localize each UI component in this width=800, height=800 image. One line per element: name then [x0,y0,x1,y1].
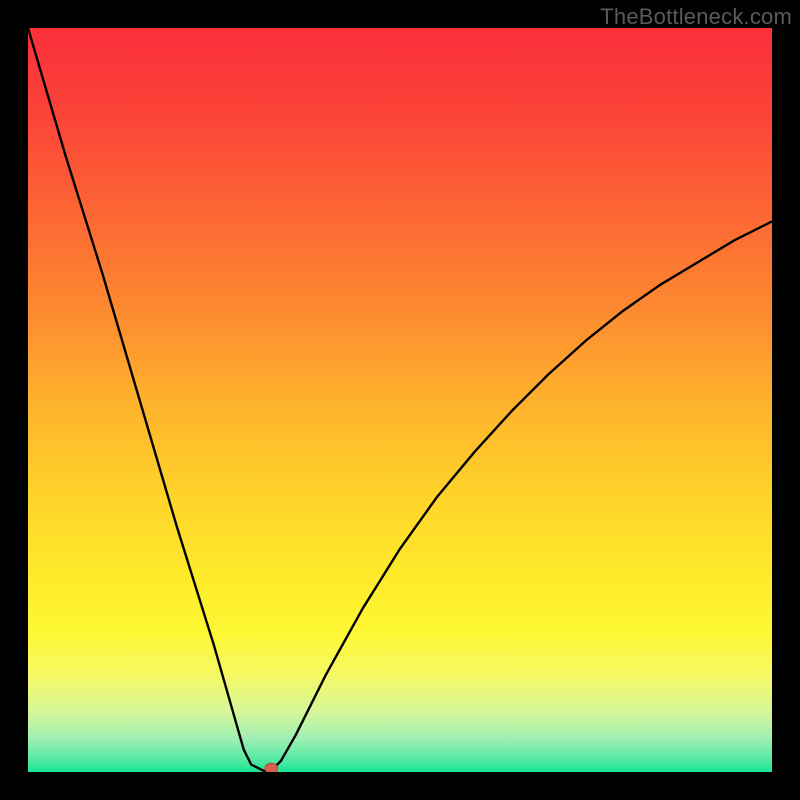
bottleneck-chart [0,0,800,800]
chart-stage: TheBottleneck.com [0,0,800,800]
optimum-marker [265,763,278,773]
watermark-text: TheBottleneck.com [600,4,792,30]
